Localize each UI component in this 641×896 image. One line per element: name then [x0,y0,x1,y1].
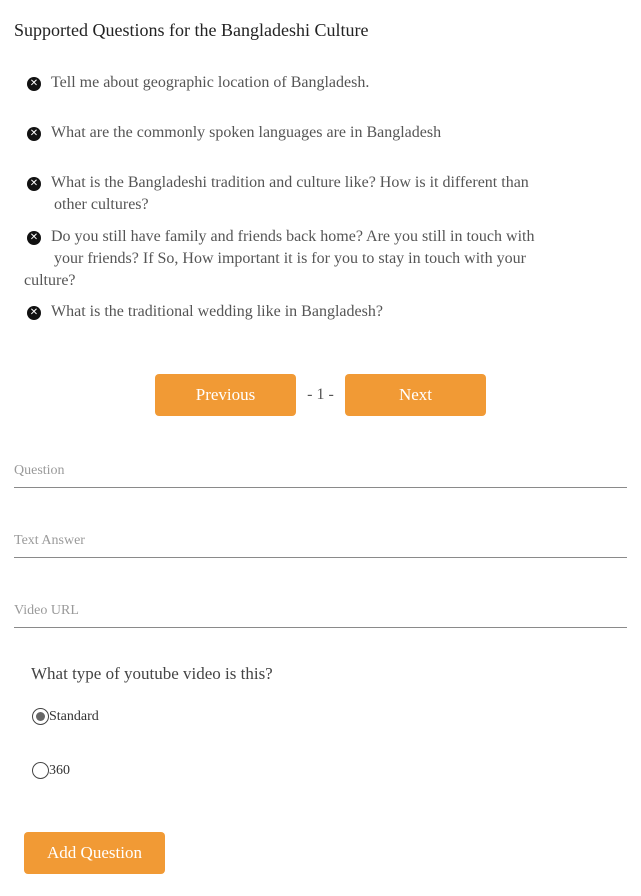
radio-360[interactable]: 360 [32,762,70,779]
list-item: ✕ What is the traditional wedding like in… [24,301,614,323]
radio-label: Standard [49,708,99,724]
question-text: What are the commonly spoken languages a… [51,124,442,141]
radio-standard[interactable]: Standard [32,708,99,725]
radio-button[interactable] [32,762,49,779]
question-text: Do you still have family and friends bac… [51,228,535,245]
list-item: ✕ Tell me about geographic location of Ba… [24,72,614,94]
delete-icon[interactable]: ✕ [27,177,41,191]
radio-label: 360 [49,762,70,778]
question-text-continued: culture? [24,272,76,289]
text-answer-field [14,527,627,558]
radio-button-selected[interactable] [32,708,49,725]
question-text: Tell me about geographic location of Ban… [51,74,370,91]
question-text-continued: your friends? If So, How important it is… [54,250,526,267]
delete-icon[interactable]: ✕ [27,127,41,141]
question-field [14,457,627,488]
video-type-label: What type of youtube video is this? [31,664,273,683]
page-indicator: - 1 - [307,386,334,403]
delete-icon[interactable]: ✕ [27,306,41,320]
add-question-button[interactable]: Add Question [24,832,165,874]
pagination: Previous - 1 - Next [155,374,486,416]
video-url-input[interactable] [14,597,627,625]
next-button[interactable]: Next [345,374,486,416]
radio-dot [36,712,45,721]
delete-icon[interactable]: ✕ [27,77,41,91]
list-item: ✕ What is the Bangladeshi tradition and c… [24,172,614,216]
text-answer-input[interactable] [14,527,627,555]
question-text: What is the Bangladeshi tradition and cu… [51,174,529,191]
page-title: Supported Questions for the Bangladeshi … [14,20,369,40]
video-url-field [14,597,627,628]
question-input[interactable] [14,457,627,485]
list-item: ✕ Do you still have family and friends ba… [24,226,614,292]
delete-icon[interactable]: ✕ [27,231,41,245]
previous-button[interactable]: Previous [155,374,296,416]
question-text-continued: other cultures? [54,196,149,213]
list-item: ✕ What are the commonly spoken languages … [24,122,614,144]
question-text: What is the traditional wedding like in … [51,303,383,320]
